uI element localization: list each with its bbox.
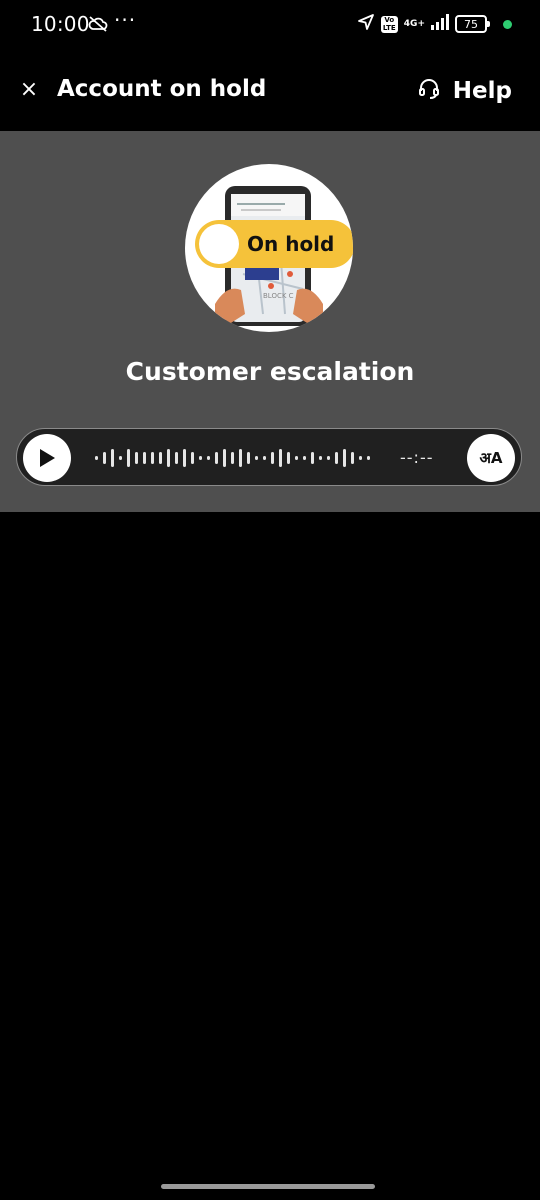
home-indicator[interactable] bbox=[161, 1184, 375, 1189]
translate-button[interactable]: अA bbox=[467, 434, 515, 482]
play-button[interactable] bbox=[23, 434, 71, 482]
map-label: BLOCK C bbox=[263, 292, 294, 300]
signal-icon bbox=[431, 14, 449, 34]
voice-message-panel: BLOCK C On hold Customer escalation --:-… bbox=[0, 131, 540, 512]
network-type: 4G+ bbox=[403, 18, 425, 29]
message-title: Customer escalation bbox=[125, 357, 415, 386]
play-icon bbox=[40, 449, 55, 467]
location-arrow-icon bbox=[357, 13, 375, 35]
help-label: Help bbox=[452, 78, 512, 104]
headset-icon bbox=[417, 77, 441, 105]
battery-indicator: 75 bbox=[455, 15, 490, 33]
status-bar: 10:00 ··· Vo LTE 4G+ 75 bbox=[0, 0, 540, 48]
app-header: × Account on hold Help bbox=[0, 52, 540, 132]
volte-badge: Vo LTE bbox=[380, 15, 398, 33]
on-hold-toggle-label: On hold bbox=[247, 232, 334, 256]
status-time: 10:00 bbox=[31, 12, 90, 36]
more-notifications-icon: ··· bbox=[114, 8, 137, 32]
audio-player: --:-- अA bbox=[16, 428, 522, 486]
audio-duration: --:-- bbox=[400, 448, 434, 467]
help-button[interactable]: Help bbox=[417, 77, 512, 105]
privacy-indicator-dot bbox=[503, 19, 512, 29]
audio-waveform[interactable] bbox=[95, 441, 385, 475]
close-button[interactable]: × bbox=[16, 76, 42, 102]
on-hold-illustration: BLOCK C On hold bbox=[185, 164, 353, 332]
cloud-off-icon bbox=[88, 16, 108, 36]
page-title: Account on hold bbox=[57, 76, 267, 102]
translate-icon: अA bbox=[479, 449, 503, 467]
